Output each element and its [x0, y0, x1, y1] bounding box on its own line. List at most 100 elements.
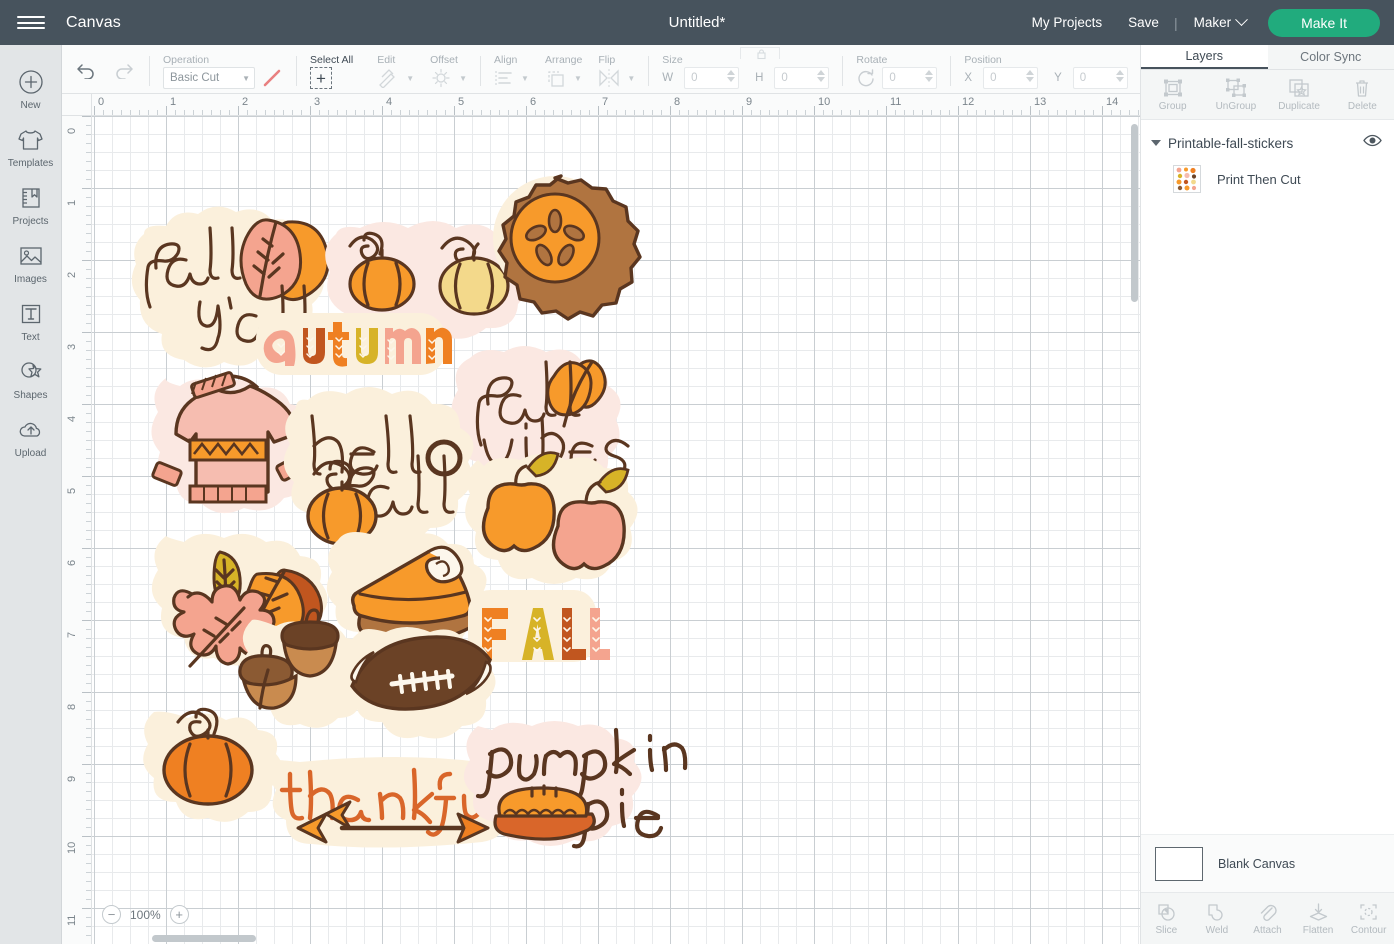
tab-color-sync[interactable]: Color Sync [1267, 45, 1394, 69]
ruler-h-minor-tick [337, 110, 338, 115]
tshirt-icon [17, 126, 45, 154]
ruler-v-minor-tick [86, 431, 91, 432]
ungroup-button[interactable]: UnGroup [1204, 70, 1267, 119]
canvas-color-swatch[interactable] [1155, 846, 1203, 881]
layer-group-row[interactable]: Printable-fall-stickers [1141, 127, 1394, 159]
lock-icon[interactable] [740, 47, 781, 60]
pos-y-input[interactable]: 0 [1072, 67, 1128, 89]
rail-item-shapes[interactable]: Shapes [0, 349, 62, 407]
canvas-grid[interactable]: .ln{stroke:#5a3620;stroke-width:3.2;fill… [92, 116, 1140, 944]
edit-label: Edit [377, 54, 396, 66]
chevron-down-icon[interactable]: ▼ [521, 74, 529, 83]
height-stepper[interactable] [817, 70, 826, 82]
vertical-scrollbar[interactable] [1131, 124, 1138, 884]
slice-button[interactable]: Slice [1141, 893, 1192, 944]
width-input[interactable]: 0 [684, 67, 740, 89]
chevron-down-icon[interactable]: ▼ [627, 74, 635, 83]
rotate-icon[interactable] [856, 68, 876, 88]
ruler-h-minor-tick [724, 110, 725, 115]
toolbar-divider [648, 56, 650, 86]
canvas-background-row[interactable]: Blank Canvas [1141, 834, 1394, 892]
layer-row-print-then-cut[interactable]: Print Then Cut [1141, 159, 1394, 199]
chevron-down-icon[interactable]: ▼ [459, 74, 467, 83]
machine-selector[interactable]: Maker [1180, 13, 1253, 30]
rail-item-new[interactable]: New [0, 59, 62, 117]
ruler-v-minor-tick [86, 926, 91, 927]
horizontal-scrollbar[interactable] [122, 935, 1140, 942]
duplicate-button[interactable]: Duplicate [1268, 70, 1331, 119]
tab-layers[interactable]: Layers [1141, 45, 1268, 69]
ruler-h-minor-tick [1120, 110, 1121, 115]
rail-item-images[interactable]: Images [0, 233, 62, 291]
ruler-v-major-tick [82, 476, 91, 477]
ruler-h-minor-tick [490, 110, 491, 115]
arrange-icon[interactable] [545, 68, 567, 88]
save-button[interactable]: Save [1115, 15, 1172, 30]
ruler-v-minor-tick [86, 305, 91, 306]
position-group: Position X 0 Y 0 [964, 45, 1128, 94]
attach-button[interactable]: Attach [1242, 893, 1293, 944]
operation-select[interactable]: Basic Cut ▼ [163, 67, 255, 89]
rail-item-projects[interactable]: Projects [0, 175, 62, 233]
flip-icon[interactable] [598, 69, 620, 87]
ruler-v-label: 5 [66, 487, 78, 494]
ruler-h-label: 0 [98, 96, 105, 108]
ruler-h-major-tick [598, 106, 599, 115]
ruler-v-minor-tick [86, 539, 91, 540]
ruler-v-label: 3 [66, 343, 78, 350]
pos-x-stepper[interactable] [1026, 70, 1035, 82]
ruler-h-label: 9 [746, 96, 753, 108]
height-input[interactable]: 0 [774, 67, 830, 89]
layers-list: Printable-fall-stickers Print Then Cut [1141, 120, 1394, 834]
ruler-v-label: 11 [66, 914, 78, 926]
pos-y-stepper[interactable] [1115, 70, 1124, 82]
ruler-v-minor-tick [86, 440, 91, 441]
redo-icon[interactable] [112, 61, 134, 79]
select-all-button[interactable]: + [310, 67, 332, 89]
ruler-h-label: 1 [170, 96, 177, 108]
ruler-v-minor-tick [86, 746, 91, 747]
ruler-v-major-tick [82, 908, 91, 909]
ruler-h-minor-tick [913, 110, 914, 115]
flatten-button[interactable]: Flatten [1293, 893, 1344, 944]
trash-icon [1356, 79, 1369, 97]
ruler-h-minor-tick [364, 110, 365, 115]
eye-icon[interactable] [1363, 134, 1382, 152]
expand-collapse-triangle-icon[interactable] [1151, 140, 1161, 146]
group-button[interactable]: Group [1141, 70, 1204, 119]
ruler-h-major-tick [814, 106, 815, 115]
offset-icon[interactable] [430, 68, 452, 88]
width-stepper[interactable] [727, 70, 736, 82]
ruler-h-minor-tick [616, 110, 617, 115]
ruler-v-minor-tick [86, 584, 91, 585]
zoom-in-button[interactable]: + [169, 905, 189, 924]
rail-item-text[interactable]: Text [0, 291, 62, 349]
ruler-h-minor-tick [121, 110, 122, 115]
ruler-v-label: 7 [66, 631, 78, 638]
rotate-input[interactable]: 0 [882, 67, 938, 89]
zoom-out-button[interactable]: − [102, 905, 121, 924]
rotate-stepper[interactable] [925, 70, 934, 82]
chevron-down-icon[interactable]: ▼ [574, 74, 582, 83]
contour-button[interactable]: Contour [1343, 893, 1394, 944]
chevron-down-icon[interactable]: ▼ [406, 74, 414, 83]
hamburger-menu-icon[interactable] [0, 0, 62, 45]
ruler-v-minor-tick [86, 575, 91, 576]
rail-item-templates[interactable]: Templates [0, 117, 62, 175]
pos-x-input[interactable]: 0 [983, 67, 1039, 89]
group-icon [1163, 79, 1182, 96]
make-it-button[interactable]: Make It [1268, 8, 1380, 37]
align-group: Align ▼ [494, 45, 529, 94]
my-projects-link[interactable]: My Projects [1019, 15, 1116, 30]
weld-button[interactable]: Weld [1192, 893, 1243, 944]
rail-item-upload[interactable]: Upload [0, 407, 62, 465]
undo-icon[interactable] [76, 61, 98, 79]
edit-icon[interactable] [377, 68, 399, 88]
align-icon[interactable] [494, 69, 514, 87]
layer-thumbnail [1173, 165, 1201, 193]
ruler-h-minor-tick [256, 110, 257, 115]
operation-color-swatch[interactable] [261, 67, 283, 89]
delete-button[interactable]: Delete [1331, 70, 1394, 119]
edit-group: Edit ▼ [377, 45, 414, 94]
canvas-area[interactable]: 01234567891011121314 01234567891011 .ln{… [62, 94, 1140, 944]
